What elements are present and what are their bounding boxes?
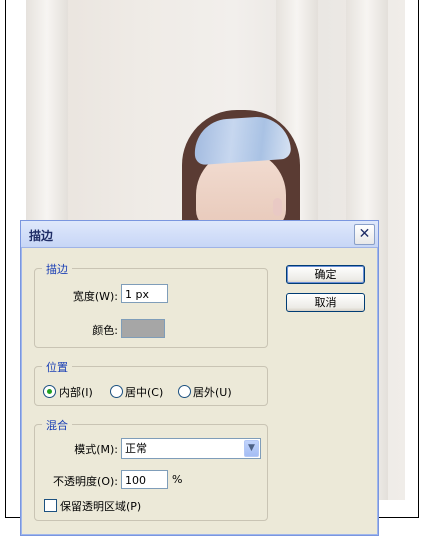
stroke-group-legend: 描边 (42, 261, 72, 277)
cancel-button[interactable]: 取消 (286, 293, 365, 312)
opacity-unit: % (172, 473, 183, 486)
ok-button[interactable]: 确定 (286, 265, 365, 284)
radio-outside-label[interactable]: 居外(U) (193, 384, 232, 400)
mode-select[interactable]: 正常 ▼ (121, 438, 261, 459)
dialog-title: 描边 (29, 229, 54, 243)
radio-outside[interactable] (178, 385, 191, 398)
chevron-down-icon[interactable]: ▼ (244, 440, 259, 457)
width-value: 1 px (125, 288, 149, 301)
color-swatch[interactable] (121, 319, 165, 338)
radio-inside[interactable] (43, 385, 56, 398)
radio-center-label[interactable]: 居中(C) (125, 384, 163, 400)
position-group-legend: 位置 (42, 359, 72, 375)
radio-center[interactable] (110, 385, 123, 398)
radio-inside-label[interactable]: 内部(I) (59, 384, 93, 400)
stroke-group: 描边 宽度(W): 1 px 颜色: (34, 261, 268, 348)
dialog-titlebar[interactable]: 描边 ✕ (21, 221, 378, 248)
position-group: 位置 内部(I) 居中(C) 居外(U) (34, 359, 268, 406)
width-input[interactable]: 1 px (121, 284, 168, 303)
color-label: 颜色: (92, 324, 118, 337)
preserve-transparency-checkbox[interactable] (44, 499, 57, 512)
blend-group: 混合 模式(M): 正常 ▼ 不透明度(O): 100 % 保留透明区域(P) (34, 417, 268, 521)
photo-earring (273, 198, 282, 216)
preserve-transparency-label[interactable]: 保留透明区域(P) (60, 498, 141, 514)
opacity-input[interactable]: 100 (121, 470, 168, 489)
mode-value: 正常 (125, 442, 147, 455)
close-button[interactable]: ✕ (354, 224, 375, 245)
close-icon: ✕ (358, 226, 371, 242)
width-label: 宽度(W): (72, 290, 118, 303)
stroke-dialog: 描边 ✕ 描边 宽度(W): 1 px 颜色: 确定 取消 位置 内部(I) 居… (20, 220, 379, 536)
mode-label: 模式(M): (74, 443, 118, 456)
blend-group-legend: 混合 (42, 417, 72, 433)
opacity-label: 不透明度(O): (53, 475, 118, 488)
opacity-value: 100 (125, 474, 146, 487)
